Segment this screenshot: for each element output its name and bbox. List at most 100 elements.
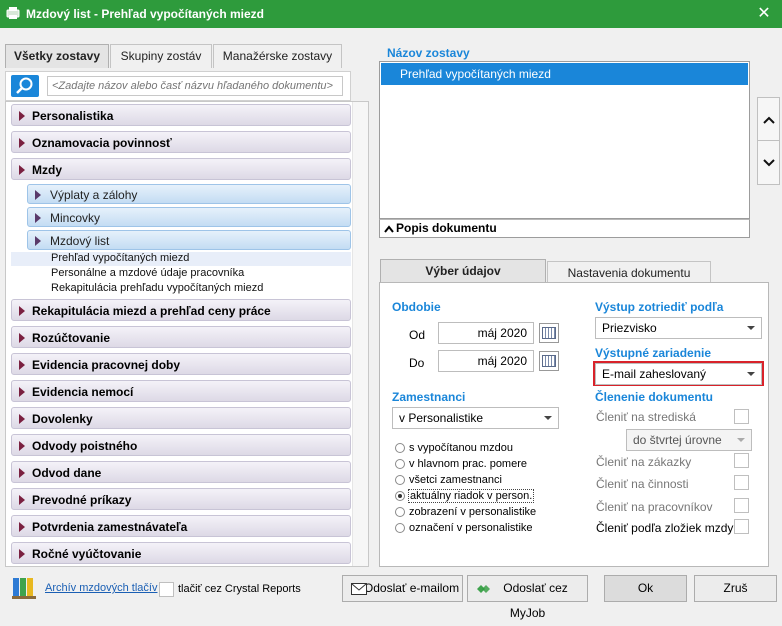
- expand-arrow-icon: [19, 165, 25, 175]
- expand-arrow-icon: [19, 468, 25, 478]
- split-wage-label: Členiť podľa zložiek mzdy: [596, 521, 734, 535]
- report-tree: Personalistika Oznamovacia povinnosť Mzd…: [5, 101, 369, 567]
- tree-group-prevodne[interactable]: Prevodné príkazy: [11, 488, 351, 510]
- split-worker-label: Členiť na pracovníkov: [596, 500, 713, 514]
- split-order-label: Členiť na zákazky: [596, 455, 692, 469]
- split-level-select[interactable]: do štvrtej úrovne: [626, 429, 752, 451]
- split-activity-checkbox[interactable]: [734, 475, 749, 490]
- split-center-label: Členiť na strediská: [596, 410, 696, 424]
- tree-group-oznamovacia[interactable]: Oznamovacia povinnosť: [11, 131, 351, 153]
- expand-arrow-icon: [19, 549, 25, 559]
- search-icon[interactable]: [11, 75, 39, 97]
- calendar-icon[interactable]: [539, 323, 559, 343]
- tree-item-personalne[interactable]: Personálne a mzdové údaje pracovníka: [51, 267, 244, 279]
- search-box: [5, 71, 351, 101]
- tree-subgroup-mzdovy-list[interactable]: Mzdový list: [27, 230, 351, 250]
- chevron-up-icon: [762, 116, 775, 124]
- sort-select[interactable]: Priezvisko: [595, 317, 762, 339]
- tab-data-selection[interactable]: Výber údajov: [380, 259, 546, 284]
- split-worker-checkbox[interactable]: [734, 498, 749, 513]
- employees-option-computed[interactable]: s vypočítanou mzdou: [395, 440, 513, 456]
- tree-group-odvody[interactable]: Odvody poistného: [11, 434, 351, 456]
- period-caption: Obdobie: [392, 300, 441, 314]
- archive-link[interactable]: Archív mzdových tlačív: [45, 582, 157, 594]
- tree-item-prehlad[interactable]: Prehľad vypočítaných miezd: [11, 252, 351, 266]
- tab-manager-reports[interactable]: Manažérske zostavy: [213, 44, 342, 68]
- window-title: Mzdový list - Prehľad vypočítaných miezd: [26, 7, 265, 21]
- move-down-button[interactable]: [757, 140, 780, 185]
- chevron-down-icon: [544, 416, 552, 420]
- tab-all-reports[interactable]: Všetky zostavy: [5, 44, 109, 68]
- archive-icon: [12, 578, 36, 599]
- to-date-field[interactable]: máj 2020: [438, 350, 534, 372]
- description-toggle[interactable]: Popis dokumentu: [379, 219, 750, 238]
- move-up-button[interactable]: [757, 97, 780, 142]
- crystal-reports-checkbox[interactable]: [159, 582, 174, 597]
- expand-arrow-icon: [19, 414, 25, 424]
- tab-report-groups[interactable]: Skupiny zostáv: [110, 44, 212, 68]
- chevron-down-icon: [747, 326, 755, 330]
- title-bar: Mzdový list - Prehľad vypočítaných miezd…: [0, 0, 782, 28]
- send-myjob-button[interactable]: Odoslať cez MyJob: [467, 575, 588, 620]
- tab-document-settings[interactable]: Nastavenia dokumentu: [547, 261, 711, 283]
- tree-group-personalistika[interactable]: Personalistika: [11, 104, 351, 126]
- tree-group-mzdy[interactable]: Mzdy: [11, 158, 351, 180]
- employees-option-marked[interactable]: označení v personalistike: [395, 520, 533, 536]
- tree-group-rekapitulacia-miezd[interactable]: Rekapitulácia miezd a prehľad ceny práce: [11, 299, 351, 321]
- employees-option-current[interactable]: aktuálny riadok v person.: [395, 488, 535, 504]
- calendar-icon[interactable]: [539, 351, 559, 371]
- expand-arrow-icon: [19, 306, 25, 316]
- report-name-list: Prehľad vypočítaných miezd: [379, 61, 750, 219]
- report-name-selected[interactable]: Prehľad vypočítaných miezd: [381, 63, 748, 85]
- crystal-reports-label: tlačiť cez Crystal Reports: [178, 583, 301, 595]
- ok-button[interactable]: Ok: [604, 575, 687, 602]
- tree-scrollbar[interactable]: [352, 102, 368, 566]
- to-label: Do: [409, 356, 425, 370]
- tree-subgroup-vyplaty[interactable]: Výplaty a zálohy: [27, 184, 351, 204]
- employees-option-all[interactable]: všetci zamestnanci: [395, 472, 502, 488]
- chevron-down-icon: [747, 372, 755, 376]
- employees-caption: Zamestnanci: [392, 390, 466, 404]
- expand-arrow-icon: [19, 522, 25, 532]
- expand-arrow-icon: [35, 236, 41, 246]
- employees-scope-select[interactable]: v Personalistike: [392, 407, 559, 429]
- expand-arrow-icon: [19, 111, 25, 121]
- tree-group-odvod-dane[interactable]: Odvod dane: [11, 461, 351, 483]
- employees-option-shown[interactable]: zobrazení v personalistike: [395, 504, 536, 520]
- from-label: Od: [409, 328, 426, 342]
- split-center-checkbox[interactable]: [734, 409, 749, 424]
- split-order-checkbox[interactable]: [734, 453, 749, 468]
- expand-arrow-icon: [35, 213, 41, 223]
- from-date-field[interactable]: máj 2020: [438, 322, 534, 344]
- myjob-icon: [477, 585, 490, 593]
- tree-group-rozuctovanie[interactable]: Rozúčtovanie: [11, 326, 351, 348]
- search-input[interactable]: [47, 76, 343, 96]
- expand-arrow-icon: [19, 333, 25, 343]
- tree-group-dovolenky[interactable]: Dovolenky: [11, 407, 351, 429]
- tree-item-rekapitulacia[interactable]: Rekapitulácia prehľadu vypočítaných miez…: [51, 282, 263, 294]
- split-caption: Členenie dokumentu: [595, 390, 714, 404]
- chevron-down-icon: [762, 159, 775, 167]
- tree-group-potvrdenia[interactable]: Potvrdenia zamestnávateľa: [11, 515, 351, 537]
- employees-option-main[interactable]: v hlavnom prac. pomere: [395, 456, 527, 472]
- sort-caption: Výstup zotriediť podľa: [595, 300, 724, 314]
- report-name-caption: Názov zostavy: [387, 46, 470, 60]
- expand-arrow-icon: [19, 387, 25, 397]
- expand-arrow-icon: [19, 138, 25, 148]
- close-icon[interactable]: ✕: [752, 2, 776, 26]
- split-activity-label: Členiť na činnosti: [596, 477, 689, 491]
- tree-subgroup-mincovky[interactable]: Mincovky: [27, 207, 351, 227]
- chevron-up-icon: [384, 225, 394, 233]
- envelope-icon: [351, 583, 367, 595]
- app-icon: [6, 7, 20, 19]
- tree-group-evidencia-nemoci[interactable]: Evidencia nemocí: [11, 380, 351, 402]
- expand-arrow-icon: [19, 441, 25, 451]
- chevron-down-icon: [737, 438, 745, 442]
- tree-group-evidencia-doby[interactable]: Evidencia pracovnej doby: [11, 353, 351, 375]
- send-email-button[interactable]: Odoslať e-mailom: [342, 575, 463, 602]
- tree-group-rocne[interactable]: Ročné vyúčtovanie: [11, 542, 351, 564]
- split-wage-checkbox[interactable]: [734, 519, 749, 534]
- cancel-button[interactable]: Zruš: [694, 575, 777, 602]
- expand-arrow-icon: [35, 190, 41, 200]
- output-device-select[interactable]: E-mail zaheslovaný: [595, 363, 762, 385]
